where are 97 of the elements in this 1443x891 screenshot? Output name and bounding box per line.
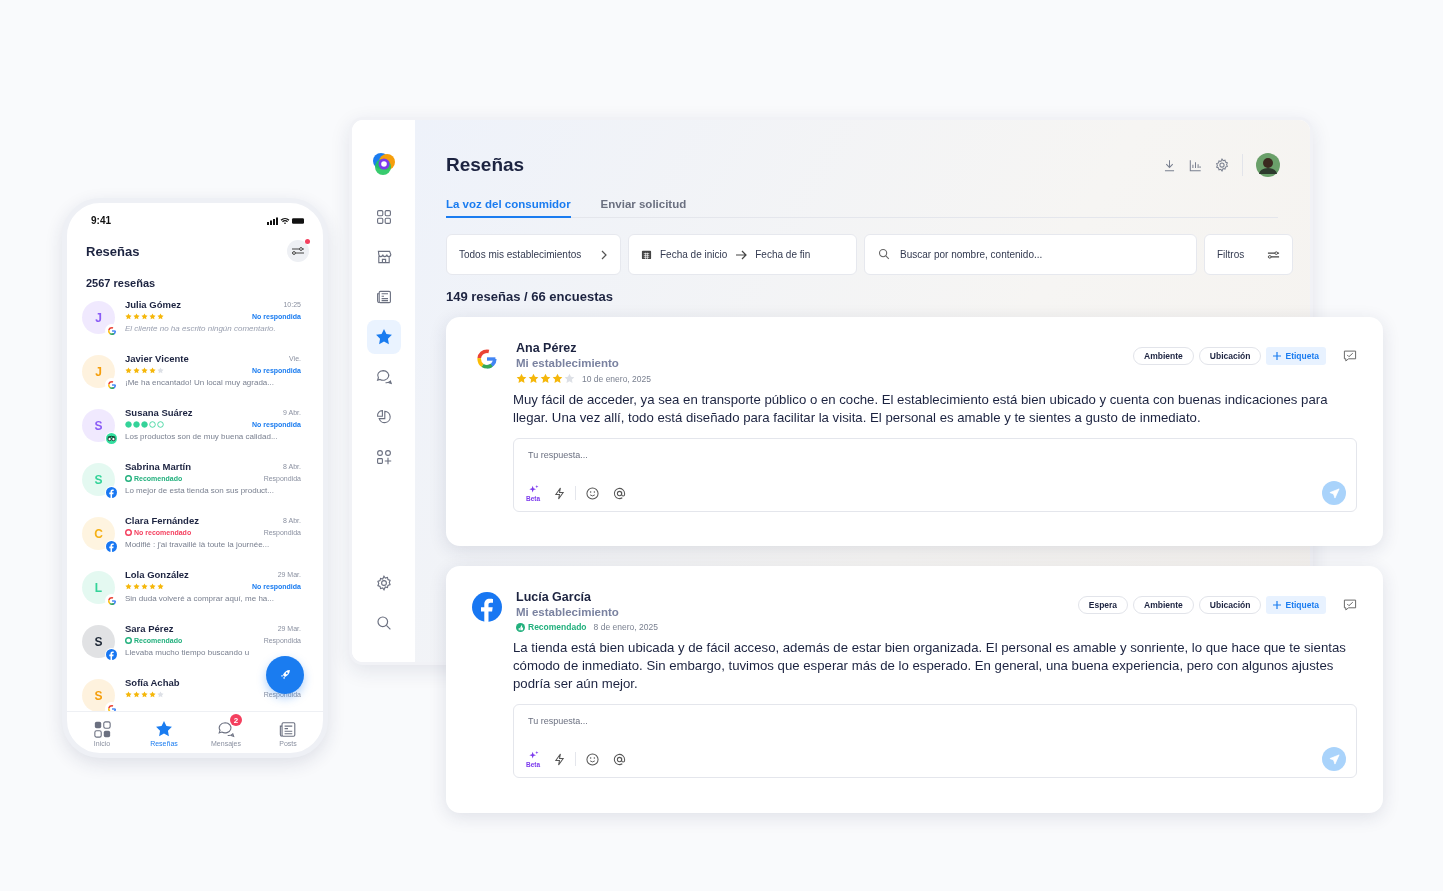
reviewer-name: Lucía García xyxy=(516,590,593,604)
emoji-icon[interactable] xyxy=(586,752,600,766)
newspaper-icon xyxy=(279,720,297,738)
end-date: Fecha de fin xyxy=(755,249,811,260)
arrow-right-icon xyxy=(735,249,748,260)
review-text: La tienda está bien ubicada y de fácil acceso, además de estar bien organizada. El personal es amable y sonriente, lo que hace que te sientas cómodo de inmediato. Sin embargo, tuvimos que esperar más de lo esperado. En general, una buena experiencia, pero con algunos ajustes podría ser aún mejor. xyxy=(513,639,1347,693)
page-title: Reseñas xyxy=(446,154,525,176)
rocket-button[interactable] xyxy=(266,656,304,694)
review-preview: Lo mejor de esta tienda son sus product... xyxy=(125,486,275,495)
calendar-icon xyxy=(641,249,652,260)
google-icon xyxy=(106,703,117,711)
tab[interactable]: La voz del consumidor xyxy=(446,194,571,218)
review-preview: ¡Me ha encantado! Un local muy agrada... xyxy=(125,378,275,387)
status-time: 9:41 xyxy=(91,215,111,226)
avatar: J xyxy=(82,301,115,334)
send-icon xyxy=(1328,487,1340,499)
settings-icon[interactable] xyxy=(1215,158,1229,172)
facebook-icon xyxy=(106,649,117,660)
review-preview: Sin duda volveré a comprar aquí, me ha... xyxy=(125,594,275,603)
star-icon xyxy=(155,720,173,738)
reviewer-name: Ana Pérez xyxy=(516,341,578,355)
facebook-icon xyxy=(106,541,117,552)
review-preview: Llevaba mucho tiempo buscando u xyxy=(125,648,251,657)
filters-button[interactable]: Filtros xyxy=(1204,234,1293,275)
grid-icon xyxy=(93,720,111,738)
tab[interactable]: Enviar solicitud xyxy=(600,194,687,218)
search-icon xyxy=(878,248,890,260)
avatar: S xyxy=(82,625,115,658)
search-field[interactable]: Buscar por nombre, contenido... xyxy=(864,234,1197,275)
avatar: S xyxy=(82,463,115,496)
results-summary: 149 reseñas / 66 encuestas xyxy=(446,289,614,304)
review-date: 8 de enero, 2025 xyxy=(593,622,658,632)
sliders-icon xyxy=(291,246,305,256)
reviewer-name: Sara Pérez xyxy=(125,623,174,634)
start-date: Fecha de inicio xyxy=(660,249,728,260)
review-preview: Modifié : j'ai travaillé là toute la journée... xyxy=(125,540,271,549)
app-logo xyxy=(371,152,396,176)
google-icon xyxy=(106,379,117,390)
send-icon xyxy=(1328,753,1340,765)
google-icon xyxy=(475,347,499,371)
facebook-icon xyxy=(472,592,502,622)
mention-icon[interactable] xyxy=(613,486,627,500)
circle-icon xyxy=(125,529,132,536)
reviewer-name: Sabrina Martín xyxy=(125,461,191,472)
establishment-name: Mi establecimiento xyxy=(516,606,620,618)
google-icon xyxy=(106,325,117,336)
mark-reviewed-button[interactable] xyxy=(1343,596,1357,612)
facebook-icon xyxy=(106,487,117,498)
signal-wifi-battery-icon xyxy=(267,216,305,225)
establishment-name: Mi establecimiento xyxy=(516,357,620,369)
reviewer-name: Lola González xyxy=(125,569,189,580)
review-text: Muy fácil de acceder, ya sea en transporte público o en coche. El establecimiento está bien ubicado y cuenta con buenas indicaciones para llegar. Una vez allí, todo está diseñado para facilitar la visita. El personal es amable y te sientes a gusto de inmediato. xyxy=(513,391,1329,427)
chat-icon xyxy=(217,720,235,738)
checked-chat-icon xyxy=(1343,598,1357,612)
recommendation-label: Recomendado xyxy=(516,622,587,632)
reviewer-name: Julia Gómez xyxy=(125,299,181,310)
screen-title: Reseñas xyxy=(86,243,140,259)
review-date: 10 de enero, 2025 xyxy=(582,373,651,384)
date-range-field[interactable]: Fecha de inicio Fecha de fin xyxy=(628,234,857,275)
sliders-icon xyxy=(1267,249,1280,260)
sparkle-icon xyxy=(527,750,539,761)
rocket-icon xyxy=(278,668,292,682)
avatar: L xyxy=(82,571,115,604)
owl-icon xyxy=(106,433,117,444)
plus-icon xyxy=(1273,352,1282,360)
unread-count: 2 xyxy=(230,714,242,726)
filter-button[interactable] xyxy=(287,240,309,262)
bar-chart-icon[interactable] xyxy=(1189,158,1202,172)
avatar: S xyxy=(82,679,115,711)
reviewer-name: Javier Vicente xyxy=(125,353,189,364)
avatar: J xyxy=(82,355,115,388)
reviewer-name: Susana Suárez xyxy=(125,407,193,418)
review-count: 2567 reseñas xyxy=(85,276,157,291)
plus-icon xyxy=(1273,601,1282,609)
add-tag-button[interactable]: Etiqueta xyxy=(1266,596,1326,614)
mark-reviewed-button[interactable] xyxy=(1343,347,1357,363)
checked-chat-icon xyxy=(1343,349,1357,363)
chevron-right-icon xyxy=(600,249,608,260)
thumbs-up-icon xyxy=(516,622,525,632)
user-avatar[interactable] xyxy=(1256,153,1280,177)
add-tag-button[interactable]: Etiqueta xyxy=(1266,347,1326,365)
emoji-icon[interactable] xyxy=(586,486,600,500)
google-icon xyxy=(106,595,117,606)
mention-icon[interactable] xyxy=(613,752,627,766)
reviewer-name: Sofía Achab xyxy=(125,677,180,688)
lightning-icon[interactable] xyxy=(554,752,566,766)
download-icon[interactable] xyxy=(1163,158,1176,172)
lightning-icon[interactable] xyxy=(554,486,566,500)
avatar: C xyxy=(82,517,115,550)
establishment-selector[interactable]: Todos mis establecimientos xyxy=(446,234,621,275)
review-preview: El cliente no ha escrito ningún comentario. xyxy=(125,324,277,333)
reviewer-name: Clara Fernández xyxy=(125,515,199,526)
circle-icon xyxy=(125,475,132,482)
circle-icon xyxy=(125,637,132,644)
avatar: S xyxy=(82,409,115,442)
sparkle-icon xyxy=(527,484,539,495)
review-preview: Los productos son de muy buena calidad... xyxy=(125,432,279,441)
